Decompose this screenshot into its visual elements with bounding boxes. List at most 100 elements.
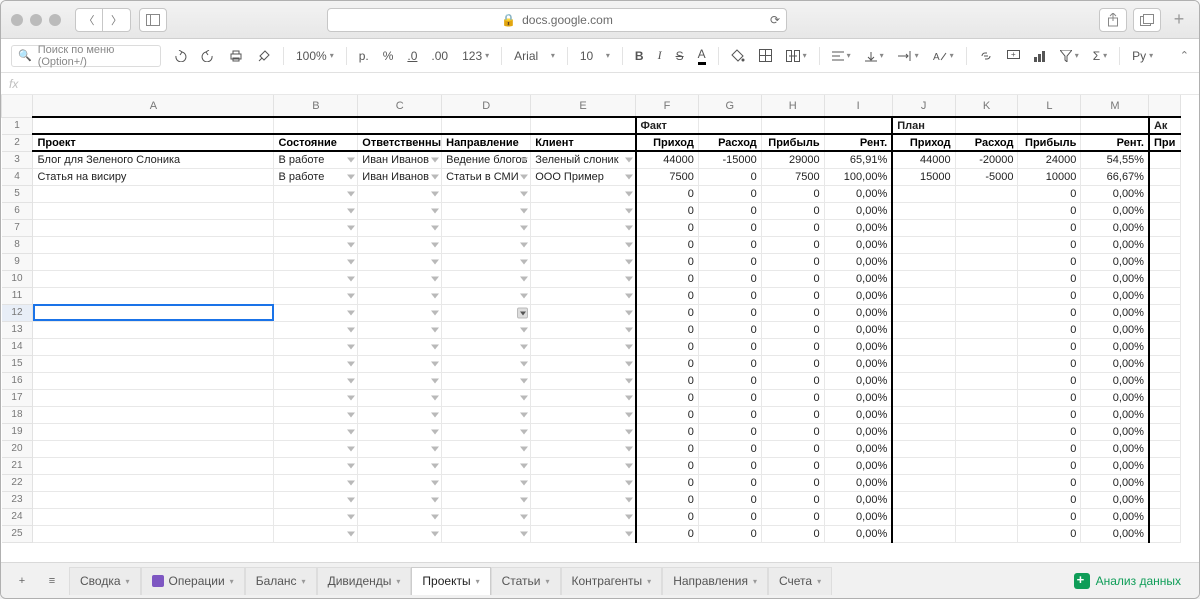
cell[interactable]: 0 <box>636 202 699 219</box>
bold-button[interactable]: B <box>633 47 646 65</box>
sheet-menu-caret[interactable]: ▾ <box>545 577 549 586</box>
dropdown-icon[interactable] <box>347 293 355 298</box>
cell[interactable]: 0 <box>1018 423 1081 440</box>
cell[interactable] <box>892 185 955 202</box>
cell[interactable]: 0,00% <box>1081 457 1149 474</box>
new-tab-button[interactable]: + <box>1169 9 1189 30</box>
close-window-icon[interactable] <box>11 14 23 26</box>
link-button[interactable] <box>977 49 995 63</box>
cell[interactable]: 0,00% <box>824 423 892 440</box>
cell[interactable] <box>442 525 531 542</box>
row-header[interactable]: 20 <box>2 440 33 457</box>
dropdown-icon[interactable] <box>347 480 355 485</box>
cell[interactable]: 0 <box>761 185 824 202</box>
dropdown-icon[interactable] <box>431 191 439 196</box>
cell[interactable] <box>274 236 358 253</box>
cell[interactable]: 0 <box>1018 508 1081 525</box>
dropdown-icon[interactable] <box>520 225 528 230</box>
functions-button[interactable]: Σ▾ <box>1091 47 1109 65</box>
cell[interactable]: 0 <box>1018 321 1081 338</box>
cell[interactable]: 0,00% <box>824 457 892 474</box>
cell[interactable]: 0 <box>761 423 824 440</box>
cell[interactable] <box>531 185 636 202</box>
cell[interactable]: 7500 <box>636 168 699 185</box>
column-headers[interactable]: ABCDEFGHIJKLM <box>2 95 1181 117</box>
cell[interactable] <box>892 491 955 508</box>
cell[interactable]: 0 <box>636 440 699 457</box>
toolbar-collapse-icon[interactable]: ⌃ <box>1180 49 1189 62</box>
row-header[interactable]: 13 <box>2 321 33 338</box>
cell[interactable] <box>442 253 531 270</box>
cell[interactable] <box>955 321 1018 338</box>
sheet-tab[interactable]: Дивиденды▾ <box>317 567 412 595</box>
cell[interactable]: 0,00% <box>824 321 892 338</box>
row-header[interactable]: 3 <box>2 151 33 168</box>
cell[interactable] <box>955 457 1018 474</box>
cell[interactable] <box>892 389 955 406</box>
cell[interactable]: 0 <box>761 270 824 287</box>
sheet-menu-caret[interactable]: ▾ <box>302 577 306 586</box>
cell[interactable] <box>33 372 274 389</box>
cell[interactable] <box>892 202 955 219</box>
cell[interactable]: 0,00% <box>824 355 892 372</box>
sheet-tab[interactable]: Направления▾ <box>662 567 768 595</box>
cell[interactable] <box>274 270 358 287</box>
cell[interactable]: 0 <box>761 219 824 236</box>
col-header[interactable]: L <box>1018 95 1081 117</box>
cell[interactable]: 0 <box>636 406 699 423</box>
dropdown-icon[interactable] <box>520 259 528 264</box>
dropdown-icon[interactable] <box>431 497 439 502</box>
cell[interactable]: 0 <box>636 372 699 389</box>
cell[interactable]: 0 <box>636 321 699 338</box>
cell[interactable] <box>1149 423 1181 440</box>
cell[interactable] <box>531 219 636 236</box>
cell[interactable] <box>955 253 1018 270</box>
dropdown-icon[interactable] <box>625 446 633 451</box>
row-header[interactable]: 11 <box>2 287 33 304</box>
zoom-window-icon[interactable] <box>49 14 61 26</box>
dropdown-icon[interactable] <box>347 361 355 366</box>
cell[interactable] <box>1149 372 1181 389</box>
cell[interactable]: 0 <box>1018 253 1081 270</box>
number-format-select[interactable]: 123▾ <box>460 47 491 65</box>
dropdown-icon[interactable] <box>520 293 528 298</box>
cell[interactable] <box>274 440 358 457</box>
row-header[interactable]: 16 <box>2 372 33 389</box>
cell[interactable] <box>1149 185 1181 202</box>
cell[interactable]: 0 <box>1018 372 1081 389</box>
cell[interactable]: 0 <box>698 321 761 338</box>
cell[interactable] <box>892 253 955 270</box>
reload-icon[interactable]: ⟳ <box>770 13 780 27</box>
cell[interactable]: 0 <box>1018 236 1081 253</box>
cell[interactable] <box>955 287 1018 304</box>
cell[interactable] <box>531 372 636 389</box>
cell[interactable] <box>33 219 274 236</box>
cell[interactable]: 0 <box>761 457 824 474</box>
dropdown-icon[interactable] <box>625 293 633 298</box>
cell[interactable]: 0 <box>698 525 761 542</box>
dropdown-icon[interactable] <box>625 208 633 213</box>
dropdown-icon[interactable] <box>431 242 439 247</box>
cell[interactable] <box>33 508 274 525</box>
cell[interactable] <box>442 508 531 525</box>
cell[interactable]: 29000 <box>761 151 824 168</box>
cell[interactable] <box>892 372 955 389</box>
cell[interactable]: 0 <box>761 440 824 457</box>
row-header[interactable]: 15 <box>2 355 33 372</box>
cell[interactable]: 0 <box>1018 389 1081 406</box>
dropdown-icon[interactable] <box>625 191 633 196</box>
comment-button[interactable]: + <box>1005 48 1022 64</box>
cell[interactable] <box>1149 355 1181 372</box>
sheet-tab[interactable]: Сводка▾ <box>69 567 141 595</box>
cell[interactable]: 0 <box>698 440 761 457</box>
cell[interactable] <box>531 270 636 287</box>
cell[interactable]: 0,00% <box>1081 525 1149 542</box>
dropdown-icon[interactable] <box>520 276 528 281</box>
cell[interactable]: 15000 <box>892 168 955 185</box>
dropdown-icon[interactable] <box>520 327 528 332</box>
dropdown-icon[interactable] <box>347 412 355 417</box>
currency-button[interactable]: р. <box>357 47 371 65</box>
all-sheets-button[interactable]: ≡ <box>39 568 65 594</box>
cell[interactable] <box>955 355 1018 372</box>
cell[interactable]: 0 <box>698 253 761 270</box>
